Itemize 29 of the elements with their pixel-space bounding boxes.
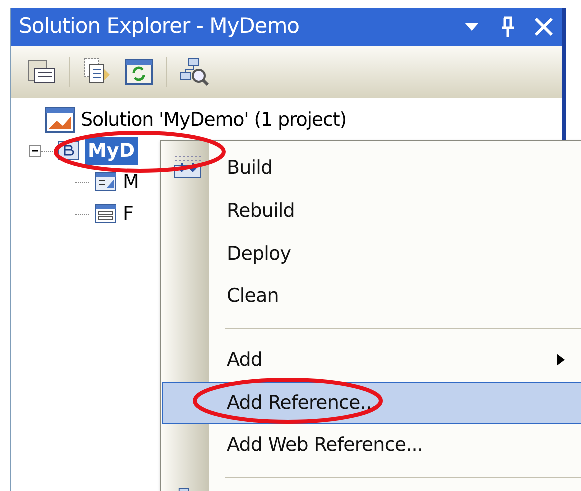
menu-item[interactable]: Rebuild [162,190,581,232]
window-title: Solution Explorer - MyDemo [19,13,301,40]
solution-icon [45,107,75,133]
menu-item-label: Build [227,156,273,182]
menu-item-label: Clean [227,284,279,310]
menu-item[interactable]: Add [162,338,581,382]
menu-item-label: Deploy [227,242,292,267]
submenu-arrow-icon [557,354,565,366]
tree-item[interactable]: MyD [85,136,138,166]
form-icon [95,204,117,224]
dropdown-icon[interactable] [464,22,480,32]
tree-item[interactable]: Solution 'MyDemo' (1 project) [81,106,347,134]
menu-item[interactable]: Deploy [162,232,581,276]
tree-item[interactable]: F [123,200,134,228]
menu-item[interactable]: Add Web Reference... [162,424,581,467]
class-diagram-search-icon[interactable] [179,57,211,87]
pin-icon[interactable] [500,16,516,38]
menu-item-label: Add Reference... [227,390,378,416]
close-icon[interactable] [534,17,554,37]
properties-icon [95,172,117,192]
menu-item-label: Add [227,348,263,373]
collapse-icon[interactable] [29,145,41,157]
refresh-icon[interactable] [124,57,154,87]
menu-item[interactable]: Add Reference... [162,382,581,424]
menu-item[interactable]: Clean [162,275,581,318]
menu-item-label: Add Web Reference... [227,433,424,458]
menu-item[interactable]: Build [162,147,581,190]
menu-item-label: Rebuild [227,198,295,224]
tree-item[interactable]: M [123,168,140,196]
